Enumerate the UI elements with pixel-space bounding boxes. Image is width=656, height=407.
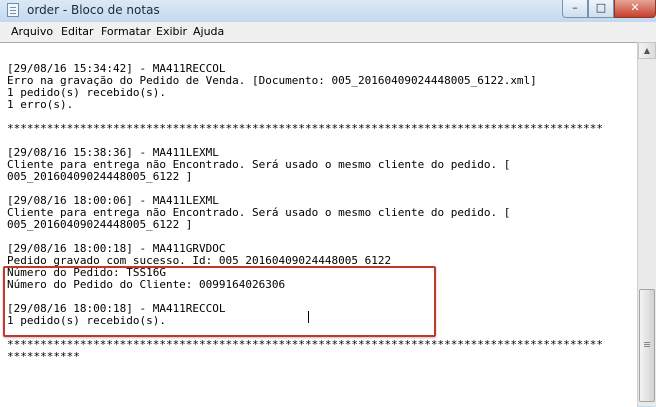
scroll-up-button[interactable]: ▲ (638, 42, 656, 59)
menu-editar[interactable]: Editar (61, 25, 94, 38)
menu-bar: Arquivo Editar Formatar Exibir Ajuda (0, 22, 656, 43)
close-button[interactable]: ✕ (614, 0, 656, 18)
vertical-scrollbar[interactable]: ▲ (637, 42, 656, 406)
scrollbar-thumb[interactable] (639, 289, 655, 402)
line: ****************************************… (7, 122, 604, 135)
menu-arquivo[interactable]: Arquivo (11, 25, 53, 38)
line: 005_20160409024448005_6122 ] (7, 170, 193, 183)
maximize-button[interactable]: □ (588, 0, 614, 18)
notepad-icon (7, 3, 19, 17)
text-caret (308, 311, 309, 323)
text-editor[interactable]: [29/08/16 15:34:42] - MA411RECCOL Erro n… (0, 42, 637, 407)
window-title: order - Bloco de notas (27, 3, 160, 17)
title-bar[interactable]: order - Bloco de notas – □ ✕ (0, 0, 656, 23)
menu-exibir[interactable]: Exibir (156, 25, 187, 38)
line: 005_20160409024448005_6122 ] (7, 218, 193, 231)
menu-formatar[interactable]: Formatar (101, 25, 151, 38)
minimize-button[interactable]: – (562, 0, 588, 18)
grip-icon (644, 342, 650, 343)
menu-ajuda[interactable]: Ajuda (193, 25, 224, 38)
line: 1 erro(s). (7, 98, 74, 111)
highlight-box (3, 266, 436, 337)
line: ****************************************… (7, 338, 604, 351)
line: *********** (7, 350, 80, 363)
